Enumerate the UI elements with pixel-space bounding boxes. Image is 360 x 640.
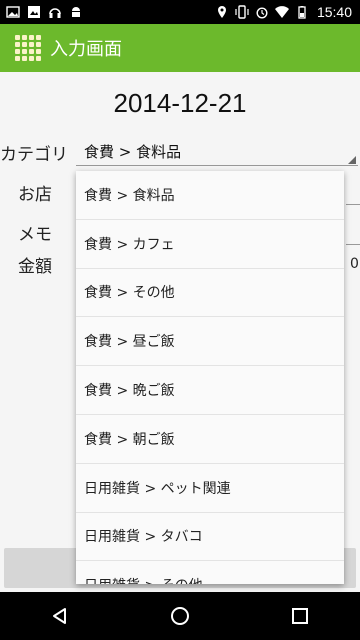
vibrate-icon — [235, 5, 249, 19]
dropdown-item[interactable]: 食費 > 昼ご飯 — [76, 317, 344, 367]
date-display[interactable]: 2014-12-21 — [0, 88, 360, 119]
dropdown-item[interactable]: 食費 > 食料品 — [76, 171, 344, 220]
dropdown-item[interactable]: 食費 > 晩ご飯 — [76, 366, 344, 415]
headphones-icon — [48, 5, 62, 19]
category-spinner[interactable]: 食費 > 食料品 — [76, 138, 358, 166]
category-label: カテゴリ — [0, 145, 68, 165]
page-title: 入力画面 — [50, 39, 122, 60]
navigation-bar — [0, 592, 360, 640]
wifi-icon — [274, 5, 289, 19]
location-icon — [215, 5, 229, 19]
amount-label: 金額 — [18, 257, 52, 277]
status-bar: 15:40 — [0, 0, 360, 24]
status-time: 15:40 — [316, 4, 352, 20]
android-icon — [69, 5, 83, 19]
dropdown-item[interactable]: 日用雑貨 > タバコ — [76, 513, 344, 562]
image-icon — [6, 5, 20, 19]
dropdown-item[interactable]: 食費 > カフェ — [76, 220, 344, 269]
amount-field[interactable]: 0 — [350, 256, 360, 272]
dropdown-arrow-icon — [348, 156, 356, 164]
shop-label: お店 — [18, 185, 52, 205]
dropdown-item[interactable]: 日用雑貨 > ペット関連 — [76, 464, 344, 513]
spinner-underline — [76, 165, 358, 166]
photo-icon — [27, 5, 41, 19]
alarm-icon — [255, 5, 269, 19]
action-bar: 入力画面 — [0, 24, 360, 72]
shop-field[interactable] — [346, 204, 360, 205]
back-icon[interactable] — [36, 592, 84, 640]
category-value: 食費 > 食料品 — [84, 143, 182, 161]
dropdown-item[interactable]: 日用雑貨 > その他 — [76, 561, 344, 584]
memo-field[interactable] — [346, 244, 360, 245]
dropdown-item[interactable]: 食費 > 朝ご飯 — [76, 415, 344, 464]
home-icon[interactable] — [156, 592, 204, 640]
category-dropdown[interactable]: 食費 > 食料品 食費 > カフェ 食費 > その他 食費 > 昼ご飯 食費 >… — [76, 171, 344, 584]
memo-label: メモ — [18, 225, 52, 245]
dropdown-item[interactable]: 食費 > その他 — [76, 269, 344, 318]
battery-icon — [295, 5, 309, 19]
grid-app-icon — [14, 34, 42, 62]
recents-icon[interactable] — [276, 592, 324, 640]
